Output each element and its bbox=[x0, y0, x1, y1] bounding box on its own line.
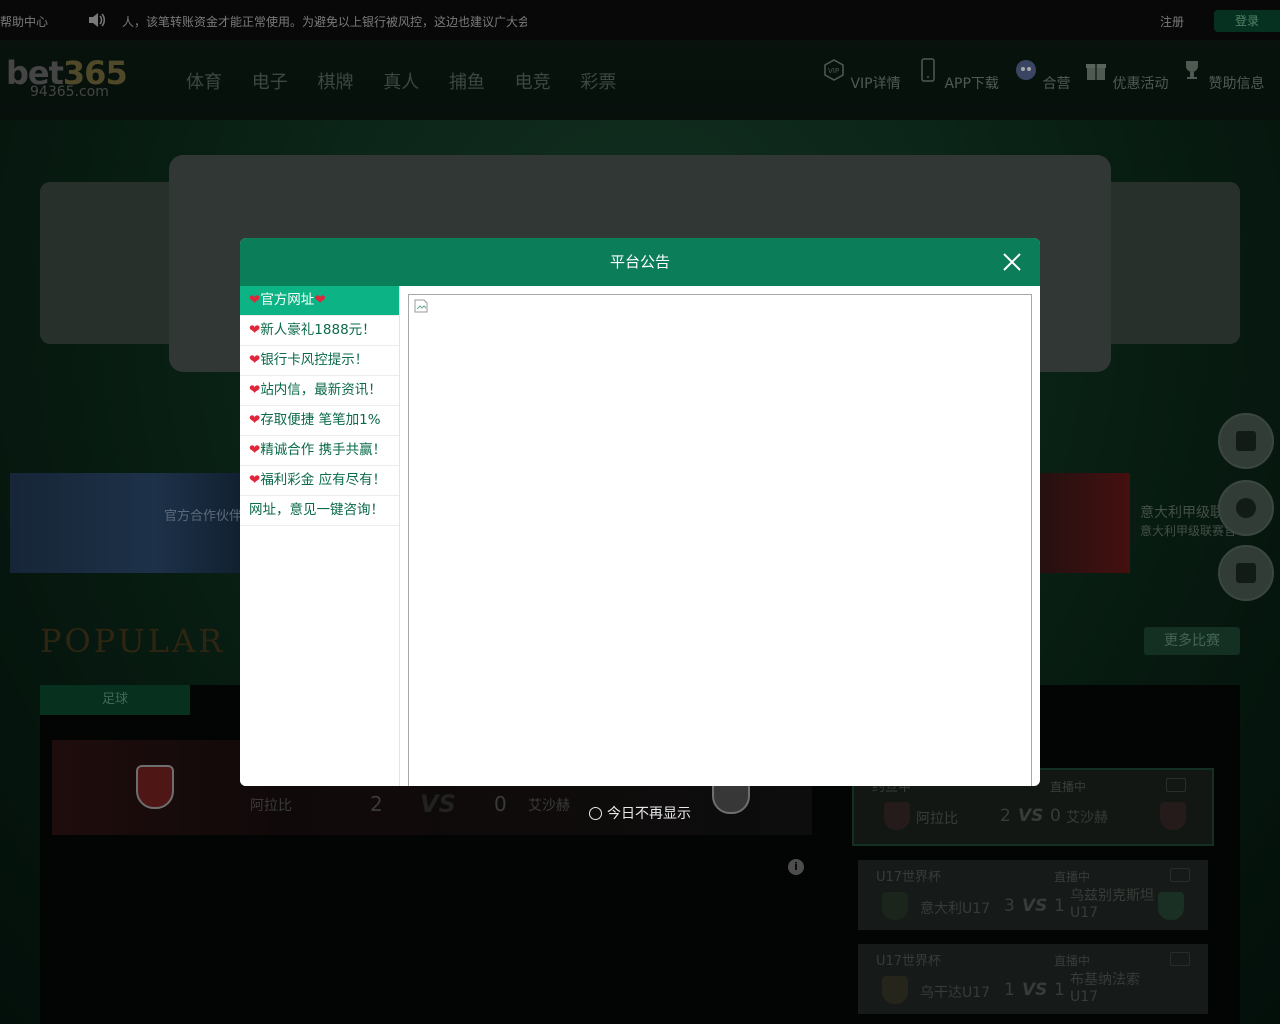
announcement-item-bank-risk[interactable]: ❤银行卡风控提示！ bbox=[240, 346, 399, 376]
announcement-item-welfare[interactable]: ❤福利彩金 应有尽有！ bbox=[240, 466, 399, 496]
announcement-item-partnership[interactable]: ❤精诚合作 携手共赢！ bbox=[240, 436, 399, 466]
announcement-item-deposit-bonus[interactable]: ❤存取便捷 笔笔加1% bbox=[240, 406, 399, 436]
announcement-content bbox=[408, 294, 1032, 786]
announcement-item-new-user-gift[interactable]: ❤新人豪礼1888元！ bbox=[240, 316, 399, 346]
close-icon[interactable] bbox=[996, 246, 1028, 278]
announcement-item-official-url[interactable]: ❤官方网址❤ bbox=[240, 286, 399, 316]
modal-header: 平台公告 bbox=[240, 238, 1040, 286]
dont-show-today-label: 今日不再显示 bbox=[607, 806, 691, 822]
announcement-item-consult[interactable]: 网址，意见一键咨询！ bbox=[240, 496, 399, 526]
dont-show-today-option[interactable]: 今日不再显示 bbox=[589, 803, 691, 823]
broken-image-icon bbox=[414, 299, 428, 313]
modal-title: 平台公告 bbox=[609, 253, 670, 271]
announcement-modal: 平台公告 ❤官方网址❤ ❤新人豪礼1888元！ ❤银行卡风控提示！ ❤站内信，最… bbox=[240, 238, 1040, 786]
radio-button[interactable] bbox=[589, 806, 602, 820]
announcement-list: ❤官方网址❤ ❤新人豪礼1888元！ ❤银行卡风控提示！ ❤站内信，最新资讯！ … bbox=[240, 286, 400, 786]
announcement-item-inbox[interactable]: ❤站内信，最新资讯！ bbox=[240, 376, 399, 406]
